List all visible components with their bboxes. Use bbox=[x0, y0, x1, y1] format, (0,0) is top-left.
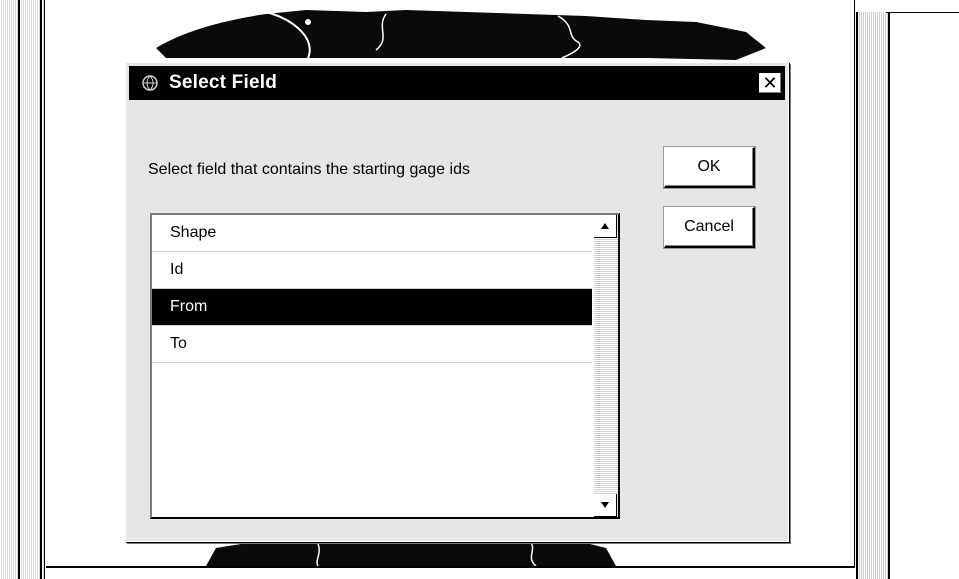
ok-button[interactable]: OK bbox=[664, 147, 755, 188]
list-item-selected[interactable]: From bbox=[152, 289, 592, 326]
left-window-frame bbox=[0, 0, 45, 579]
scroll-down-arrow-icon bbox=[601, 502, 609, 508]
vertical-scrollbar[interactable] bbox=[594, 215, 618, 517]
frame-divider bbox=[886, 12, 959, 13]
map-point bbox=[305, 19, 311, 25]
field-list: Shape Id From To bbox=[152, 215, 592, 363]
app-globe-icon bbox=[139, 72, 161, 94]
scroll-down-button[interactable] bbox=[594, 494, 617, 517]
list-item[interactable]: Shape bbox=[152, 215, 592, 252]
dialog-title: Select Field bbox=[169, 72, 277, 93]
close-button[interactable]: ✕ bbox=[758, 72, 782, 94]
select-field-dialog: Select Field ✕ Select field that contain… bbox=[125, 62, 789, 542]
right-window-frame bbox=[856, 12, 890, 579]
list-item[interactable]: Id bbox=[152, 252, 592, 289]
dialog-titlebar[interactable]: Select Field ✕ bbox=[129, 66, 785, 100]
field-listbox[interactable]: Shape Id From To bbox=[150, 213, 620, 519]
frame-divider bbox=[40, 0, 42, 579]
dialog-prompt: Select field that contains the starting … bbox=[148, 161, 470, 178]
map-landmass bbox=[156, 10, 766, 60]
list-item[interactable]: To bbox=[152, 326, 592, 363]
cancel-button[interactable]: Cancel bbox=[664, 207, 755, 248]
frame-divider bbox=[18, 0, 20, 579]
close-icon: ✕ bbox=[762, 73, 778, 93]
scroll-up-arrow-icon bbox=[601, 223, 609, 229]
scroll-up-button[interactable] bbox=[594, 215, 617, 238]
